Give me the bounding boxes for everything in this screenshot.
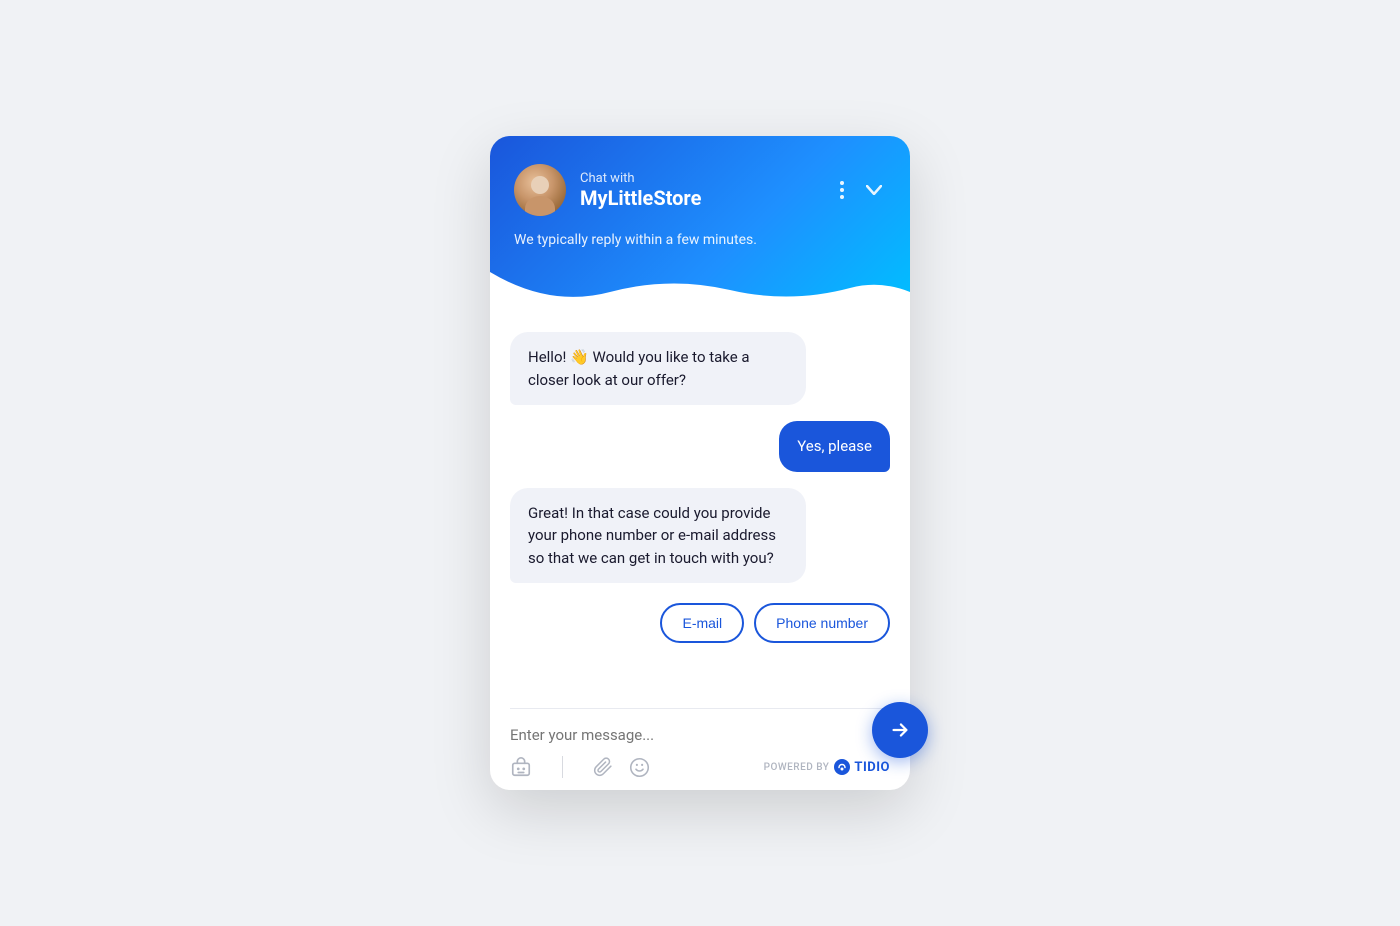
message-text-2: Yes, please: [797, 437, 872, 455]
message-text-1: Hello! 👋 Would you like to take a closer…: [528, 348, 750, 389]
bot-icon[interactable]: [510, 756, 532, 778]
message-user-1: Yes, please: [779, 421, 890, 472]
powered-by-label: POWERED BY: [764, 762, 830, 773]
email-choice-button[interactable]: E-mail: [660, 603, 744, 643]
chat-with-label: Chat with: [580, 171, 701, 186]
chat-widget: Chat with MyLittleStore: [490, 136, 910, 790]
collapse-button[interactable]: [862, 181, 886, 199]
message-text-3: Great! In that case could you provide yo…: [528, 504, 776, 567]
tidio-brand-label: TIDIO: [854, 760, 890, 775]
tidio-logo-icon: [834, 759, 850, 775]
message-bot-2: Great! In that case could you provide yo…: [510, 488, 806, 584]
toolbar-divider: [562, 756, 563, 778]
tidio-logo: TIDIO: [834, 759, 890, 775]
message-input[interactable]: [510, 726, 890, 744]
message-bot-1: Hello! 👋 Would you like to take a closer…: [510, 332, 806, 405]
toolbar-icons: [510, 756, 650, 778]
chat-title-block: Chat with MyLittleStore: [580, 171, 701, 210]
choice-buttons: E-mail Phone number: [510, 603, 890, 643]
more-options-icon: [840, 181, 844, 199]
header-subtitle: We typically reply within a few minutes.: [514, 232, 886, 248]
header-actions: [836, 177, 886, 203]
input-toolbar: POWERED BY TIDIO: [510, 756, 890, 778]
chat-messages: Hello! 👋 Would you like to take a closer…: [490, 308, 910, 708]
attach-icon[interactable]: [593, 756, 613, 778]
store-name: MyLittleStore: [580, 186, 701, 210]
chat-input-area: POWERED BY TIDIO: [490, 709, 910, 790]
chat-header: Chat with MyLittleStore: [490, 136, 910, 308]
chevron-down-icon: [866, 185, 882, 195]
header-wave: [490, 272, 910, 308]
emoji-icon[interactable]: [629, 757, 650, 778]
more-options-button[interactable]: [836, 177, 848, 203]
phone-choice-button[interactable]: Phone number: [754, 603, 890, 643]
avatar: [514, 164, 566, 216]
send-button[interactable]: [872, 702, 928, 758]
powered-by: POWERED BY TIDIO: [764, 759, 890, 775]
send-icon: [889, 719, 911, 741]
